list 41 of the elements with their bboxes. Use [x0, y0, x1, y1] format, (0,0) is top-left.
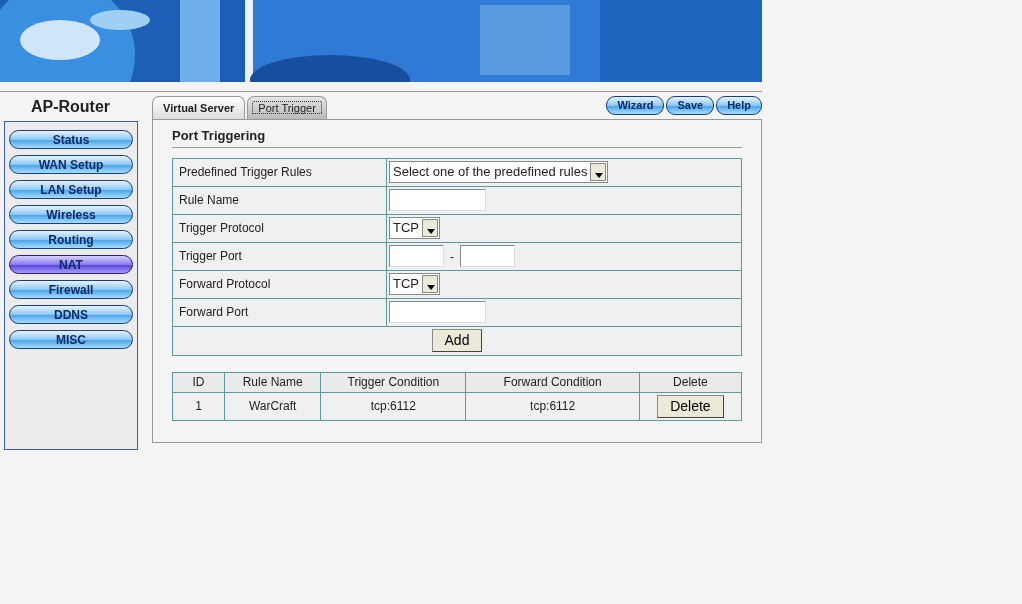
tab[interactable]: Virtual Server: [152, 96, 246, 119]
range-separator: -: [450, 249, 454, 264]
nav-button[interactable]: LAN Setup: [9, 180, 133, 199]
toolbar-button[interactable]: Wizard: [606, 96, 665, 115]
table-cell: tcp:6112: [530, 399, 576, 413]
toolbar-button[interactable]: Help: [716, 96, 762, 115]
field-label: Forward Protocol: [179, 277, 271, 291]
nav-button[interactable]: Firewall: [9, 280, 133, 299]
field-label: Rule Name: [179, 193, 240, 207]
dropdown[interactable]: TCP: [389, 217, 440, 239]
input-field[interactable]: [389, 245, 444, 267]
toolbar-button[interactable]: Save: [666, 96, 715, 115]
input-field[interactable]: [389, 301, 486, 323]
dropdown[interactable]: Select one of the predefined rules: [389, 161, 609, 183]
column-header: Forward Condition: [503, 375, 602, 389]
nav-button[interactable]: DDNS: [9, 305, 133, 324]
nav-button[interactable]: Status: [9, 130, 133, 149]
input-field[interactable]: [460, 245, 515, 267]
table-cell: tcp:6112: [370, 399, 416, 413]
dropdown[interactable]: TCP: [389, 273, 440, 295]
section-title: Port Triggering: [172, 124, 742, 148]
input-field[interactable]: [389, 189, 486, 211]
field-label: Trigger Port: [179, 249, 242, 263]
table-cell: 1: [195, 399, 202, 413]
column-header: Rule Name: [242, 375, 303, 389]
sidebar-title: AP-Router: [29, 97, 112, 117]
field-label: Predefined Trigger Rules: [179, 165, 312, 179]
add-button[interactable]: Add: [431, 329, 483, 352]
column-header: Delete: [673, 375, 708, 389]
nav-button[interactable]: Wireless: [9, 205, 133, 224]
nav-button[interactable]: WAN Setup: [9, 155, 133, 174]
column-header: ID: [192, 375, 205, 389]
column-header: Trigger Condition: [347, 375, 440, 389]
table-cell: WarCraft: [248, 399, 297, 413]
field-label: Forward Port: [179, 305, 249, 319]
nav-button[interactable]: NAT: [9, 255, 133, 274]
delete-button[interactable]: Delete: [657, 394, 724, 418]
tab[interactable]: Port Trigger: [247, 96, 327, 119]
nav-button[interactable]: Routing: [9, 230, 133, 249]
nav-button[interactable]: MISC: [9, 330, 133, 349]
field-label: Trigger Protocol: [179, 221, 264, 235]
